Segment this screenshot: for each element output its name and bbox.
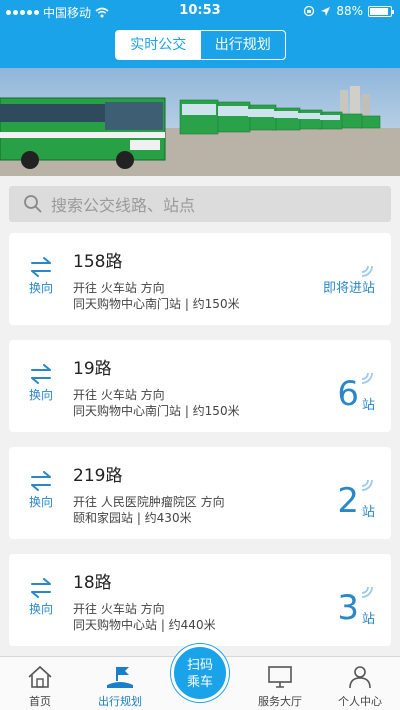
tab-trip-planning[interactable]: 出行规划 — [201, 31, 286, 59]
route-name: 158路 — [73, 252, 123, 272]
nearest-stop: 同天购物中心南门站 | 约150米 — [73, 404, 240, 418]
route-direction: 开往 人民医院肿瘤院区 方向 — [73, 495, 225, 509]
scan-to-ride-button[interactable]: 扫码 乘车 — [171, 644, 229, 702]
flag-route-icon — [107, 667, 133, 688]
bus-banner-image[interactable] — [0, 68, 400, 176]
arriving-soon-label: 即将进站 — [322, 281, 375, 296]
swap-direction-button[interactable]: 换向 — [21, 471, 61, 510]
bus-card[interactable]: 换向 219路 开往 人民医院肿瘤院区 方向 颐和家园站 | 约430米 2 站 — [9, 447, 391, 539]
location-icon — [321, 6, 331, 16]
stops-unit: 站 — [361, 505, 375, 520]
stops-unit: 站 — [361, 612, 375, 627]
search-bar[interactable]: 搜索公交线路、站点 — [9, 186, 391, 222]
search-input[interactable]: 搜索公交线路、站点 — [51, 192, 195, 216]
signal-wave-icon — [361, 479, 373, 491]
bus-card[interactable]: 换向 158路 开往 火车站 方向 同天购物中心南门站 | 约150米 即将进站 — [9, 233, 391, 325]
tab-plan[interactable]: 出行规划 — [80, 665, 160, 709]
bus-card[interactable]: 换向 19路 开往 火车站 方向 同天购物中心南门站 | 约150米 6 站 — [9, 340, 391, 432]
scan-line2: 乘车 — [186, 675, 213, 690]
swap-label: 换向 — [28, 602, 53, 616]
route-direction: 开往 火车站 方向 — [73, 281, 165, 295]
swap-arrows-icon — [31, 578, 51, 598]
tab-service-label: 服务大厅 — [258, 695, 302, 708]
rotation-lock-icon — [304, 5, 315, 17]
nearest-stop: 颐和家园站 | 约430米 — [73, 511, 192, 525]
route-name: 219路 — [73, 466, 123, 486]
tab-service[interactable]: 服务大厅 — [240, 665, 320, 709]
home-icon — [28, 665, 52, 688]
swap-label: 换向 — [28, 388, 53, 402]
route-name: 18路 — [73, 573, 112, 593]
swap-label: 换向 — [28, 495, 53, 509]
bus-card[interactable]: 换向 18路 开往 火车站 方向 同天购物中心站 | 约440米 3 站 — [9, 554, 391, 646]
scan-line1: 扫码 — [186, 658, 213, 673]
swap-arrows-icon — [31, 257, 51, 277]
swap-direction-button[interactable]: 换向 — [21, 257, 61, 296]
swap-arrows-icon — [31, 471, 51, 491]
tab-home-label: 首页 — [29, 695, 51, 708]
tab-plan-label: 出行规划 — [98, 695, 142, 708]
monitor-icon — [268, 666, 292, 688]
stops-away-count: 3 — [337, 588, 359, 628]
swap-direction-button[interactable]: 换向 — [21, 364, 61, 403]
search-icon — [24, 195, 42, 213]
mode-switch: 实时公交 出行规划 — [115, 30, 286, 60]
arrival-status: 3 站 — [325, 572, 375, 632]
tab-profile-label: 个人中心 — [338, 695, 382, 708]
tab-realtime-bus[interactable]: 实时公交 — [116, 31, 201, 59]
arrival-status: 6 站 — [325, 358, 375, 418]
swap-label: 换向 — [28, 281, 53, 295]
signal-wave-icon — [361, 372, 373, 384]
status-bar: 中国移动 10:53 88% — [0, 0, 400, 22]
stops-away-count: 2 — [337, 481, 359, 521]
battery-icon — [368, 5, 394, 17]
tab-home[interactable]: 首页 — [0, 665, 80, 709]
stops-unit: 站 — [361, 398, 375, 413]
status-right: 88% — [303, 4, 394, 18]
person-icon — [349, 666, 371, 689]
route-name: 19路 — [73, 359, 112, 379]
arrival-status: 2 站 — [325, 465, 375, 525]
battery-percent: 88% — [336, 4, 363, 18]
swap-direction-button[interactable]: 换向 — [21, 578, 61, 617]
route-direction: 开往 火车站 方向 — [73, 602, 165, 616]
swap-arrows-icon — [31, 364, 51, 384]
stops-away-count: 6 — [337, 374, 359, 414]
signal-wave-icon — [361, 586, 373, 598]
nearest-stop: 同天购物中心南门站 | 约150米 — [73, 297, 240, 311]
nearest-stop: 同天购物中心站 | 约440米 — [73, 618, 216, 632]
route-direction: 开往 火车站 方向 — [73, 388, 165, 402]
tab-profile[interactable]: 个人中心 — [320, 665, 400, 709]
arrival-status: 即将进站 — [305, 251, 375, 311]
app-header: 中国移动 10:53 88% 实时公交 出行规划 — [0, 0, 400, 68]
